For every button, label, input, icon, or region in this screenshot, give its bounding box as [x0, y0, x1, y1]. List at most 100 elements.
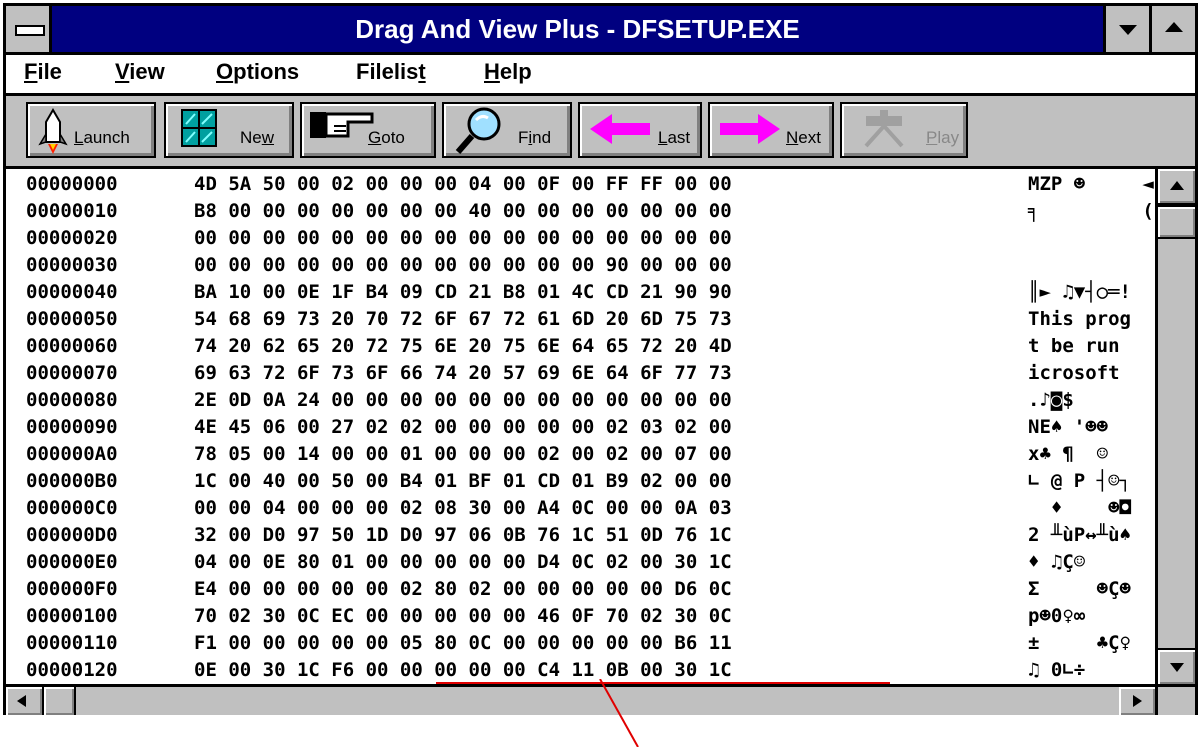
find-label: F [518, 128, 529, 147]
hex-bytes: 4E 45 06 00 27 02 02 00 00 00 00 00 02 0… [194, 416, 732, 438]
menu-bar: File View Options Filelist Help [6, 55, 1195, 96]
next-label: ext [798, 128, 821, 147]
new-button[interactable]: New [164, 102, 294, 158]
hex-bytes: BA 10 00 0E 1F B4 09 CD 21 B8 01 4C CD 2… [194, 281, 732, 303]
system-menu-button[interactable] [6, 6, 52, 52]
hex-ascii: ♫ 0∟÷ [1028, 659, 1086, 681]
arrow-left-small-icon [17, 695, 26, 707]
scroll-down-button[interactable] [1158, 648, 1195, 684]
arrow-left-icon [590, 114, 650, 144]
hex-bytes: 0E 00 30 1C F6 00 00 00 00 00 C4 11 0B 0… [194, 659, 732, 681]
hex-bytes: 70 02 30 0C EC 00 00 00 00 00 46 0F 70 0… [194, 605, 732, 627]
arrow-up-icon [1170, 181, 1184, 190]
hex-bytes: 04 00 0E 80 01 00 00 00 00 00 D4 0C 02 0… [194, 551, 732, 573]
hex-ascii: x♣ ¶ ☺ [1028, 443, 1109, 465]
hex-offset: 00000000 [26, 173, 118, 195]
horizontal-scroll-thumb[interactable] [42, 687, 76, 715]
hex-bytes: B8 00 00 00 00 00 00 00 40 00 00 00 00 0… [194, 200, 732, 222]
hex-bytes: 74 20 62 65 20 72 75 6E 20 75 6E 64 65 7… [194, 335, 732, 357]
hex-offset: 000000C0 [26, 497, 118, 519]
scroll-right-button[interactable] [1119, 687, 1155, 715]
hex-bytes: 4D 5A 50 00 02 00 00 00 04 00 0F 00 FF F… [194, 173, 732, 195]
hex-ascii: ╕ ( [1028, 200, 1154, 222]
annotation-pointer [599, 679, 639, 747]
hex-bytes: 1C 00 40 00 50 00 B4 01 BF 01 CD 01 B9 0… [194, 470, 732, 492]
hex-offset: 00000020 [26, 227, 118, 249]
launch-button[interactable]: Launch [26, 102, 156, 158]
hex-ascii: Σ ☻Ç☻ [1028, 578, 1131, 600]
menu-file[interactable]: File [24, 59, 62, 85]
hex-offset: 00000030 [26, 254, 118, 276]
menu-options[interactable]: Options [216, 59, 299, 85]
goto-label-u: G [368, 128, 382, 147]
hex-offset: 00000110 [26, 632, 118, 654]
hex-offset: 00000080 [26, 389, 118, 411]
hex-bytes: 00 00 00 00 00 00 00 00 00 00 00 00 00 0… [194, 227, 732, 249]
hex-bytes: 78 05 00 14 00 00 01 00 00 00 02 00 02 0… [194, 443, 732, 465]
hex-offset: 00000040 [26, 281, 118, 303]
hex-ascii: ║► ♫▼┤○═! [1028, 281, 1131, 303]
hex-ascii: ♦ ♫Ç☺ [1028, 551, 1086, 573]
goto-label: oto [381, 128, 405, 147]
menu-help[interactable]: Help [484, 59, 532, 85]
hex-ascii: t be run [1028, 335, 1120, 357]
maximize-button[interactable] [1149, 6, 1195, 52]
hex-ascii: ± ♣Ç♀ [1028, 632, 1131, 654]
scrollbar-corner [1155, 684, 1195, 715]
hex-offset: 000000B0 [26, 470, 118, 492]
horizontal-scrollbar[interactable] [6, 684, 1155, 715]
magnifier-icon [455, 107, 501, 154]
scroll-thumb[interactable] [1158, 205, 1195, 239]
play-label-u: P [926, 128, 938, 147]
hex-offset: 000000D0 [26, 524, 118, 546]
hex-ascii: .♪◙$ [1028, 389, 1074, 411]
hex-ascii: NE♠ '☻☻ [1028, 416, 1109, 438]
menu-filelist[interactable]: Filelist [356, 59, 426, 85]
last-button[interactable]: Last [578, 102, 702, 158]
hex-bytes: 00 00 00 00 00 00 00 00 00 00 00 00 90 0… [194, 254, 732, 276]
hex-bytes: E4 00 00 00 00 00 02 80 02 00 00 00 00 0… [194, 578, 732, 600]
hex-ascii: 2 ╨ùP↔╨ù♠ [1028, 524, 1131, 546]
hex-ascii: p☻0♀∞ [1028, 605, 1086, 627]
hex-offset: 00000090 [26, 416, 118, 438]
new-label-u: w [261, 128, 275, 147]
play-label: lay [937, 128, 960, 147]
hex-ascii: MZP ☻ ◄ [1028, 173, 1154, 195]
maximize-icon [1165, 22, 1183, 32]
hex-offset: 00000070 [26, 362, 118, 384]
menu-view[interactable]: View [115, 59, 165, 85]
scroll-left-button[interactable] [6, 687, 42, 715]
arrow-down-icon [1170, 663, 1184, 672]
hex-offset: 000000A0 [26, 443, 118, 465]
arrow-right-icon [720, 114, 780, 144]
hex-ascii: icrosoft [1028, 362, 1120, 384]
minimize-button[interactable] [1103, 6, 1149, 52]
hex-bytes: 2E 0D 0A 24 00 00 00 00 00 00 00 00 00 0… [194, 389, 732, 411]
window-icon [181, 109, 217, 147]
hex-offset: 00000100 [26, 605, 118, 627]
next-button[interactable]: Next [708, 102, 834, 158]
hex-view[interactable]: 00000000 4D 5A 50 00 02 00 00 00 04 00 0F… [6, 169, 1155, 684]
hex-ascii: This prog [1028, 308, 1131, 330]
launch-label: aunch [83, 128, 130, 147]
play-button[interactable]: Play [840, 102, 968, 158]
vertical-scrollbar[interactable] [1155, 169, 1195, 684]
last-label: ast [667, 128, 691, 147]
title-bar[interactable]: Drag And View Plus - DFSETUP.EXE [6, 6, 1195, 55]
hex-bytes: 54 68 69 73 20 70 72 6F 67 72 61 6D 20 6… [194, 308, 732, 330]
hex-bytes: 69 63 72 6F 73 6F 66 74 20 57 69 6E 64 6… [194, 362, 732, 384]
next-label-u: N [786, 128, 799, 147]
window-title: Drag And View Plus - DFSETUP.EXE [355, 14, 800, 44]
find-button[interactable]: Find [442, 102, 572, 158]
system-menu-icon [15, 25, 45, 36]
rocket-icon [38, 108, 68, 154]
goto-button[interactable]: Goto [300, 102, 436, 158]
hex-offset: 000000F0 [26, 578, 118, 600]
hex-bytes: 00 00 04 00 00 00 02 08 30 00 A4 0C 00 0… [194, 497, 732, 519]
hex-offset: 00000120 [26, 659, 118, 681]
scroll-up-button[interactable] [1158, 169, 1195, 205]
new-label: Ne [240, 128, 262, 147]
hex-offset: 00000060 [26, 335, 118, 357]
toolbar: Launch New Goto Find Last Next Play [6, 96, 1195, 169]
minimize-icon [1119, 25, 1137, 35]
